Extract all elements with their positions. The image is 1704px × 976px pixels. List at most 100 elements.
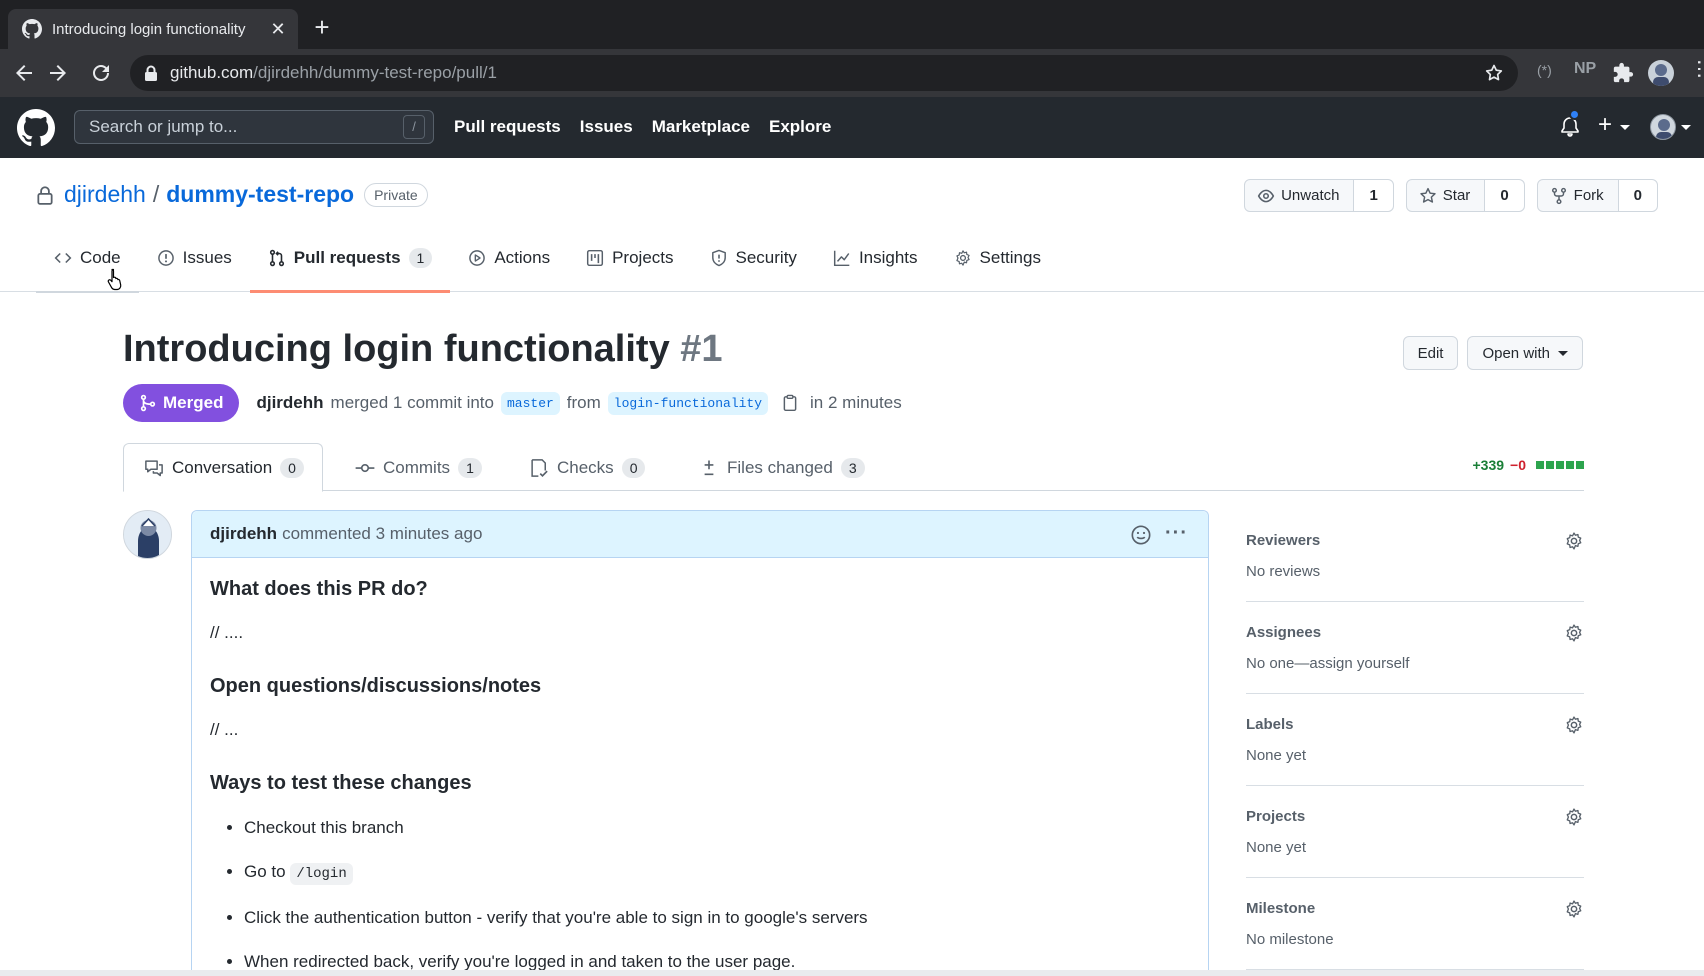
new-tab-button[interactable]: + [310,14,334,40]
browser-tab-title: Introducing login functionality [52,20,246,38]
browser-tab[interactable]: Introducing login functionality ✕ [8,9,298,49]
repo-name-link[interactable]: dummy-test-repo [166,181,354,208]
forks-count[interactable]: 0 [1618,180,1657,211]
create-new-plus-icon[interactable]: + [1598,113,1612,137]
comment-timestamp[interactable]: commented 3 minutes ago [282,524,482,544]
pr-author-link[interactable]: djirdehh [256,393,323,413]
comment-discussion-icon [145,459,163,476]
stargazers-count[interactable]: 0 [1485,180,1524,211]
gear-icon[interactable] [1564,715,1584,735]
gear-icon[interactable] [1564,807,1584,827]
issue-opened-icon [157,250,174,266]
diffstat-block [1566,461,1574,469]
tab-insights[interactable]: Insights [815,224,936,292]
head-branch[interactable]: login-functionality [607,391,769,415]
tab-actions[interactable]: Actions [450,224,568,292]
tab-pull-requests[interactable]: Pull requests 1 [249,224,451,293]
pr-tab-conversation[interactable]: Conversation 0 [123,443,323,492]
github-logo-icon[interactable] [17,109,55,147]
unwatch-button[interactable]: Unwatch [1245,180,1355,211]
tab-settings-label: Settings [979,248,1041,267]
fork-button[interactable]: Fork [1538,180,1619,211]
base-branch[interactable]: master [500,391,560,415]
search-shortcut-key: / [403,115,425,139]
git-pull-request-icon [269,249,284,267]
pr-tab-checks[interactable]: Checks 0 [529,443,646,492]
extension-icon[interactable]: (*) [1537,62,1552,78]
repo-forked-icon [1551,187,1566,204]
user-menu-caret-icon[interactable] [1681,125,1691,130]
url-text: github.com/djirdehh/dummy-test-repo/pull… [170,63,497,83]
reload-icon[interactable] [89,61,113,85]
sidebar-section-title[interactable]: Labels [1246,716,1584,733]
fork-button-group: Fork 0 [1536,179,1658,212]
pr-tab-files-changed[interactable]: Files changed 3 [699,443,865,492]
tab-projects[interactable]: Projects [568,224,691,292]
eye-icon [1257,189,1275,202]
tab-security[interactable]: Security [692,224,815,292]
profile-avatar[interactable] [1648,60,1674,86]
comment-heading: Ways to test these changes [210,772,472,794]
sidebar-section-title[interactable]: Milestone [1246,900,1584,917]
url-path: /djirdehh/dummy-test-repo/pull/1 [253,63,497,82]
diffstat-block [1536,461,1544,469]
pr-tabs: Conversation 0 Commits 1 Checks 0 Files … [123,443,1584,492]
comment-heading: Open questions/discussions/notes [210,675,542,697]
extension-np-icon[interactable]: NP [1574,60,1596,78]
repo-owner-link[interactable]: djirdehh [64,181,146,208]
tab-issues-label: Issues [182,248,232,267]
bookmark-star-icon[interactable] [1484,63,1504,83]
open-with-label: Open with [1482,344,1550,362]
pr-tab-commits[interactable]: Commits 1 [355,443,482,492]
sidebar-section-title[interactable]: Projects [1246,808,1584,825]
sidebar-section-title[interactable]: Assignees [1246,624,1584,641]
tab-issues[interactable]: Issues [139,224,250,292]
kebab-horizontal-icon[interactable]: ··· [1165,523,1188,543]
star-button[interactable]: Star [1407,180,1486,211]
nav-marketplace[interactable]: Marketplace [652,117,750,137]
chrome-menu-icon[interactable]: ⋯ [1688,59,1704,79]
tab-pull-requests-label: Pull requests [293,248,401,267]
close-tab-icon[interactable]: ✕ [268,19,288,39]
comment-heading: What does this PR do? [210,578,428,600]
url-host: github.com [170,63,254,82]
star-label: Star [1442,187,1471,204]
nav-explore[interactable]: Explore [769,117,831,137]
code-icon [54,252,72,264]
open-with-button[interactable]: Open with [1467,336,1583,370]
puzzle-extensions-icon[interactable] [1612,62,1634,84]
browser-tab-strip: Introducing login functionality ✕ + [0,0,1704,49]
github-search-input[interactable]: Search or jump to... / [74,110,434,144]
browser-toolbar: github.com/djirdehh/dummy-test-repo/pull… [0,49,1704,97]
copy-icon[interactable] [781,394,799,412]
comment-paragraph: // ... [210,720,239,739]
sidebar-section-value[interactable]: No one—assign yourself [1246,655,1584,672]
watchers-count[interactable]: 1 [1354,180,1393,211]
comment-author-avatar[interactable] [123,510,172,559]
tab-settings[interactable]: Settings [936,224,1059,292]
sidebar-section-value: None yet [1246,747,1307,764]
pr-tab-conversation-label: Conversation [172,457,273,477]
sidebar-section-title[interactable]: Reviewers [1246,532,1584,549]
back-arrow-icon[interactable] [12,61,36,85]
gear-icon[interactable] [1564,623,1584,643]
diffstat-block [1546,461,1554,469]
gear-icon[interactable] [1564,531,1584,551]
star-button-group: Star 0 [1405,179,1525,212]
pr-meta: Merged djirdehh merged 1 commit into mas… [123,384,902,422]
repo-separator: / [152,181,160,207]
nav-issues[interactable]: Issues [580,117,633,137]
user-avatar[interactable] [1650,114,1676,140]
gear-icon[interactable] [1564,899,1584,919]
create-new-caret-icon[interactable] [1620,125,1630,130]
comment-author-link[interactable]: djirdehh [210,524,277,544]
diffstat: +339 −0 [1472,457,1584,473]
smiley-icon[interactable] [1130,524,1152,546]
tab-actions-label: Actions [494,248,551,267]
nav-pull-requests[interactable]: Pull requests [454,117,561,137]
edit-title-button[interactable]: Edit [1402,336,1459,370]
inline-code: /login [290,863,353,885]
list-item: Go to /login [244,861,1190,885]
forward-arrow-icon[interactable] [46,61,70,85]
address-bar[interactable]: github.com/djirdehh/dummy-test-repo/pull… [130,55,1518,91]
